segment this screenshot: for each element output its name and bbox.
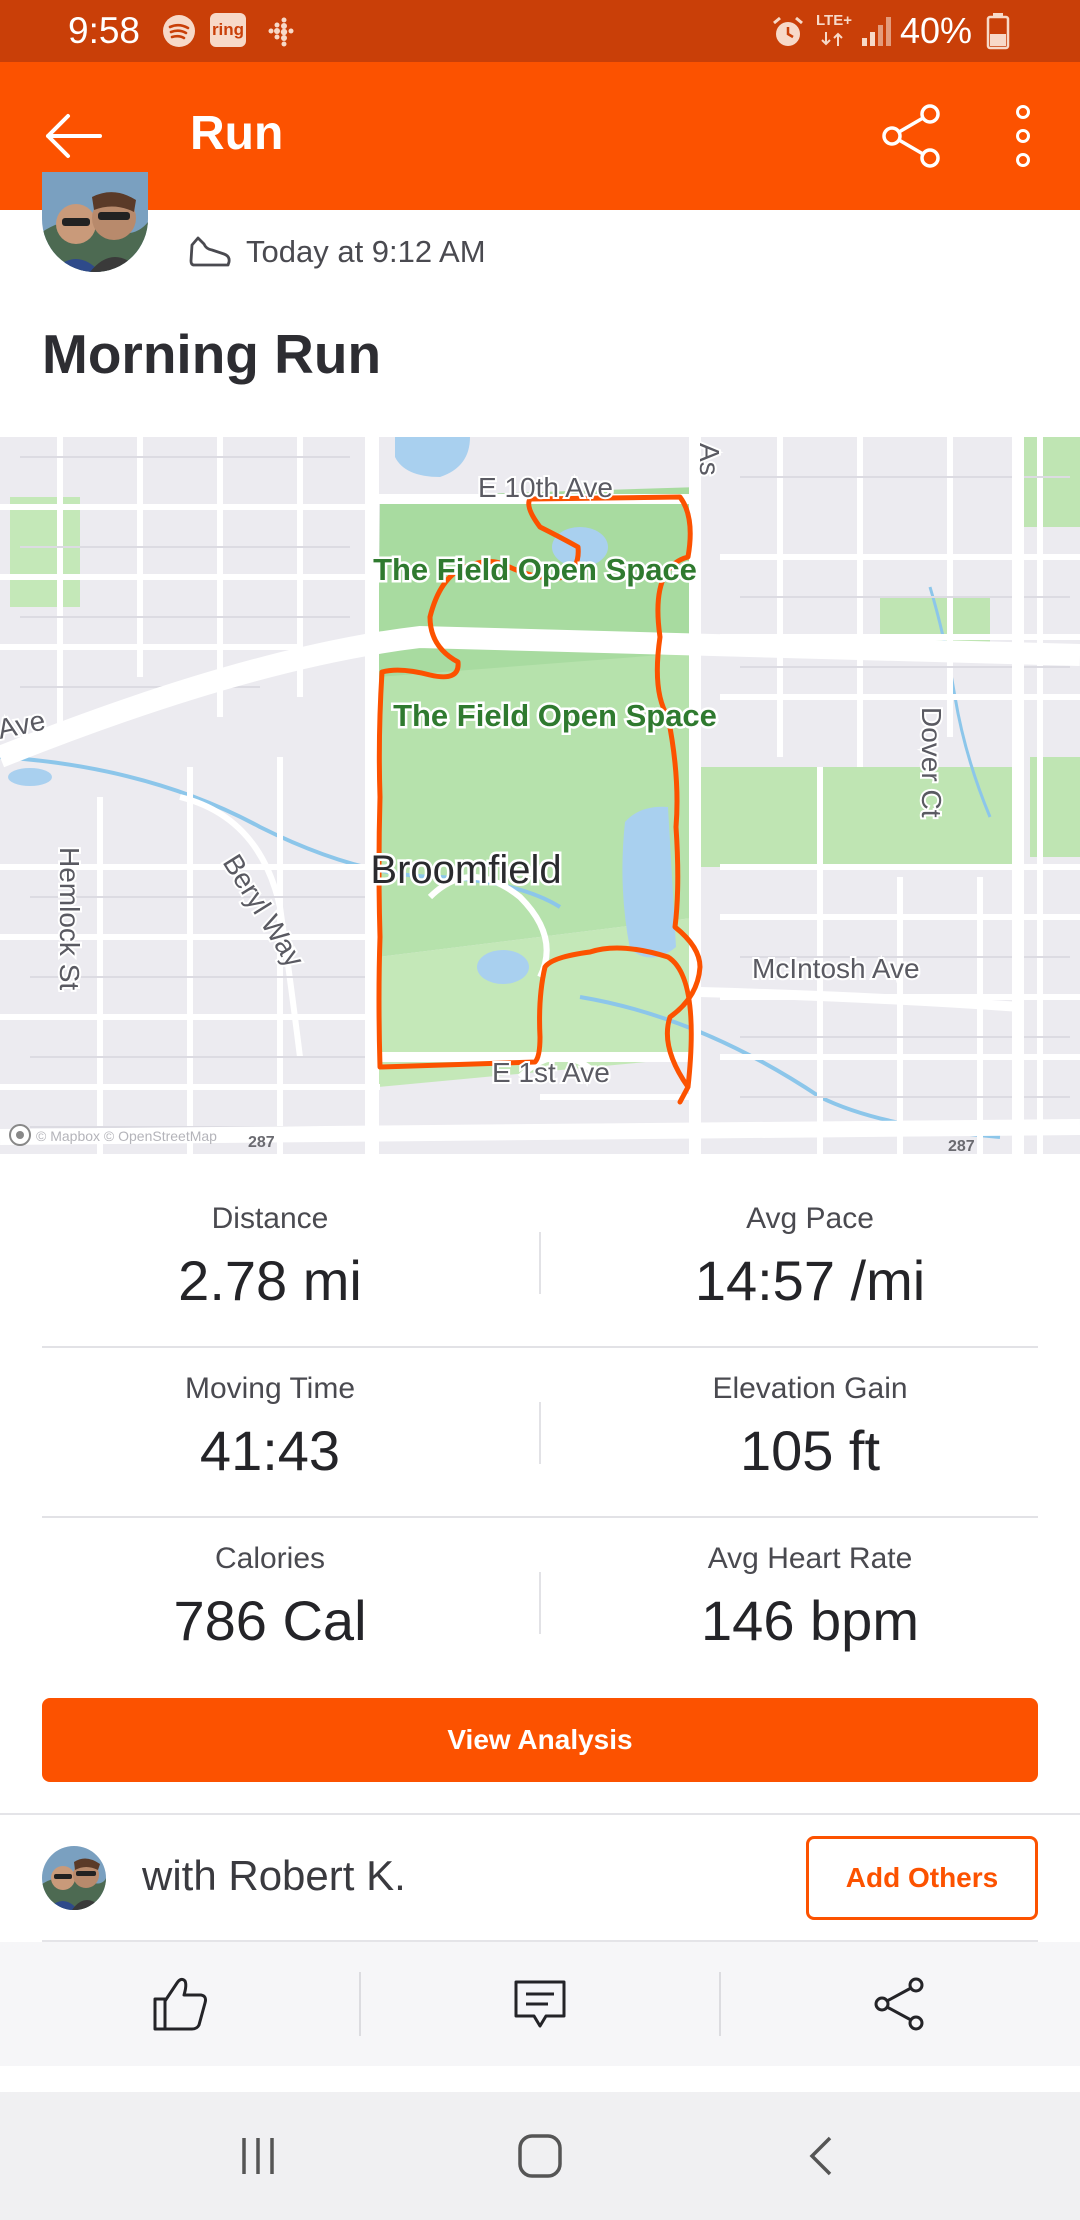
stat-value: 2.78 mi [178,1249,362,1312]
mapbox-logo[interactable] [9,1124,31,1146]
divider [539,1232,541,1294]
stat-moving-time: Moving Time 41:43 [0,1372,540,1483]
divider [42,1516,1038,1518]
shoe-icon [189,236,231,267]
back-icon [809,2136,832,2176]
ring-icon: ring [210,13,246,47]
with-athletes-text: with Robert K. [142,1852,406,1899]
recent-apps-icon [242,2138,274,2174]
network-icon [821,32,843,46]
signal-icon [862,17,891,46]
view-analysis-button[interactable]: View Analysis [42,1698,1038,1782]
stat-label: Avg Heart Rate [707,1542,913,1575]
divider [0,1813,1080,1815]
activity-time: Today at 9:12 AM [246,234,486,269]
route-map[interactable]: The Field Open Space The Field Open Spac… [0,437,1080,1154]
stat-label: Distance [211,1202,329,1235]
share-icon[interactable] [880,103,944,169]
home-icon [518,2134,562,2178]
activity-time-row: Today at 9:12 AM [188,230,486,274]
map-label-hwy-2: 287 [948,1138,975,1154]
back-arrow-icon[interactable] [42,111,104,161]
map-label-e1st: E 1st Ave [492,1057,610,1088]
share-icon [874,1977,924,2031]
page-title: Run [190,107,284,160]
stat-elevation-gain: Elevation Gain 105 ft [540,1372,1080,1483]
action-bar [0,1942,1080,2066]
map-label-mcintosh: McIntosh Ave [752,953,920,984]
home-button[interactable] [480,2122,600,2190]
like-button[interactable] [0,1942,360,2066]
stat-calories: Calories 786 Cal [0,1542,540,1653]
back-button[interactable] [762,2122,882,2190]
stat-avg-heart-rate: Avg Heart Rate 146 bpm [540,1542,1080,1653]
map-label-e10th: E 10th Ave [478,472,613,503]
map-label-hemlock: Hemlock St [54,847,85,990]
map-label-as: As [694,443,725,476]
network-label: LTE+ [816,12,852,29]
add-others-button[interactable]: Add Others [806,1836,1038,1920]
stat-label: Moving Time [184,1372,356,1405]
map-label-hwy-1: 287 [248,1134,275,1151]
system-nav-bar [0,2092,1080,2220]
battery-icon [986,13,1010,50]
map-label-city: Broomfield [370,848,561,892]
map-label-park-south: The Field Open Space [393,698,717,733]
stat-value: 41:43 [199,1419,341,1482]
stat-label: Calories [214,1542,326,1575]
with-avatar[interactable] [42,1846,106,1910]
share-button[interactable] [720,1942,1080,2066]
activity-title: Morning Run [42,323,382,385]
stat-label: Elevation Gain [712,1372,908,1405]
status-time: 9:58 [68,10,141,51]
stat-value: 105 ft [739,1419,881,1482]
map-label-park-north: The Field Open Space [373,552,697,587]
divider [42,1346,1038,1348]
status-bar: 9:58 ring LTE+ 40% [0,0,1080,62]
app-bar: Run [0,62,1080,210]
more-vertical-icon[interactable] [1010,104,1036,168]
spotify-icon [163,15,195,47]
stat-avg-pace: Avg Pace 14:57 /mi [540,1202,1080,1313]
stat-value: 786 Cal [173,1589,367,1652]
map-attribution[interactable]: © Mapbox © OpenStreetMap [36,1128,217,1144]
fitbit-icon [268,17,294,47]
battery-percent: 40% [899,10,972,51]
divider [539,1402,541,1464]
stat-label: Avg Pace [746,1202,874,1235]
stat-distance: Distance 2.78 mi [0,1202,540,1313]
avatar[interactable] [42,172,148,272]
stat-value: 146 bpm [701,1589,919,1652]
comment-icon [514,1980,566,2028]
comment-button[interactable] [360,1942,720,2066]
divider [539,1572,541,1634]
map-label-dover: Dover Ct [916,707,947,818]
like-icon [153,1977,207,2031]
alarm-icon [773,16,803,46]
recent-apps-button[interactable] [198,2122,318,2190]
stat-value: 14:57 /mi [694,1249,926,1312]
